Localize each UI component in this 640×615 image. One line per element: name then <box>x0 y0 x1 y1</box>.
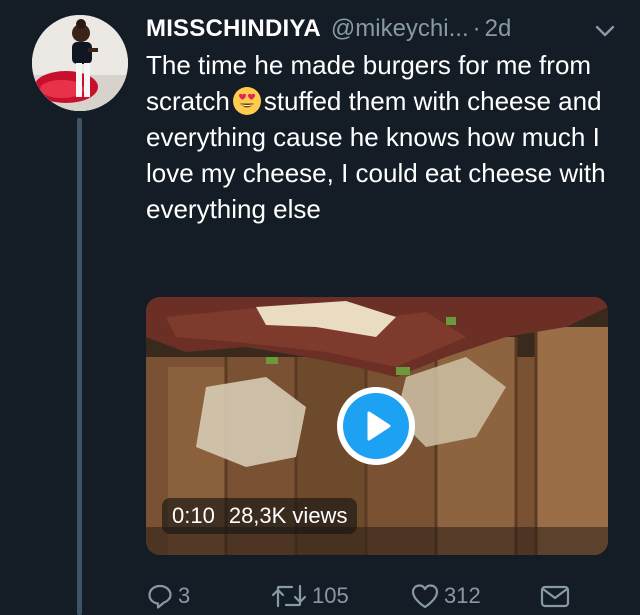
thread-line <box>77 118 82 615</box>
video-views: 28,3K views <box>228 503 348 528</box>
play-icon <box>343 393 409 459</box>
tweet-header: MISSCHINDIYA @mikeychi... · 2d <box>146 12 616 46</box>
avatar-image <box>32 15 128 111</box>
direct-message-action[interactable] <box>539 578 571 614</box>
video-duration: 0:10 <box>172 503 215 528</box>
play-button[interactable] <box>337 387 415 465</box>
like-count: 312 <box>444 583 481 608</box>
avatar[interactable] <box>32 15 128 111</box>
retweet-count: 105 <box>312 583 349 608</box>
heart-eyes-emoji-icon <box>232 86 262 116</box>
display-name[interactable]: MISSCHINDIYA <box>146 15 321 43</box>
video-player[interactable]: 0:10 28,3K views <box>146 297 608 555</box>
reply-icon <box>148 584 172 609</box>
reply-action[interactable]: 3 <box>146 578 190 614</box>
tweet-text: The time he made burgers for me from scr… <box>146 47 616 227</box>
like-action[interactable]: 312 <box>410 578 481 614</box>
timestamp[interactable]: 2d <box>485 15 512 43</box>
direct-message-icon <box>540 585 570 608</box>
reply-count: 3 <box>178 583 191 608</box>
user-handle[interactable]: @mikeychi... <box>331 15 469 43</box>
retweet-action[interactable]: 105 <box>270 578 349 614</box>
like-icon <box>411 584 439 609</box>
retweet-icon <box>271 584 307 608</box>
tweet-actions: 3 105 312 <box>146 578 576 614</box>
video-meta-badge: 0:10 28,3K views <box>162 498 358 534</box>
separator-dot: · <box>472 15 481 42</box>
tweet: MISSCHINDIYA @mikeychi... · 2d The time … <box>0 0 640 615</box>
chevron-down-icon[interactable] <box>594 20 616 40</box>
